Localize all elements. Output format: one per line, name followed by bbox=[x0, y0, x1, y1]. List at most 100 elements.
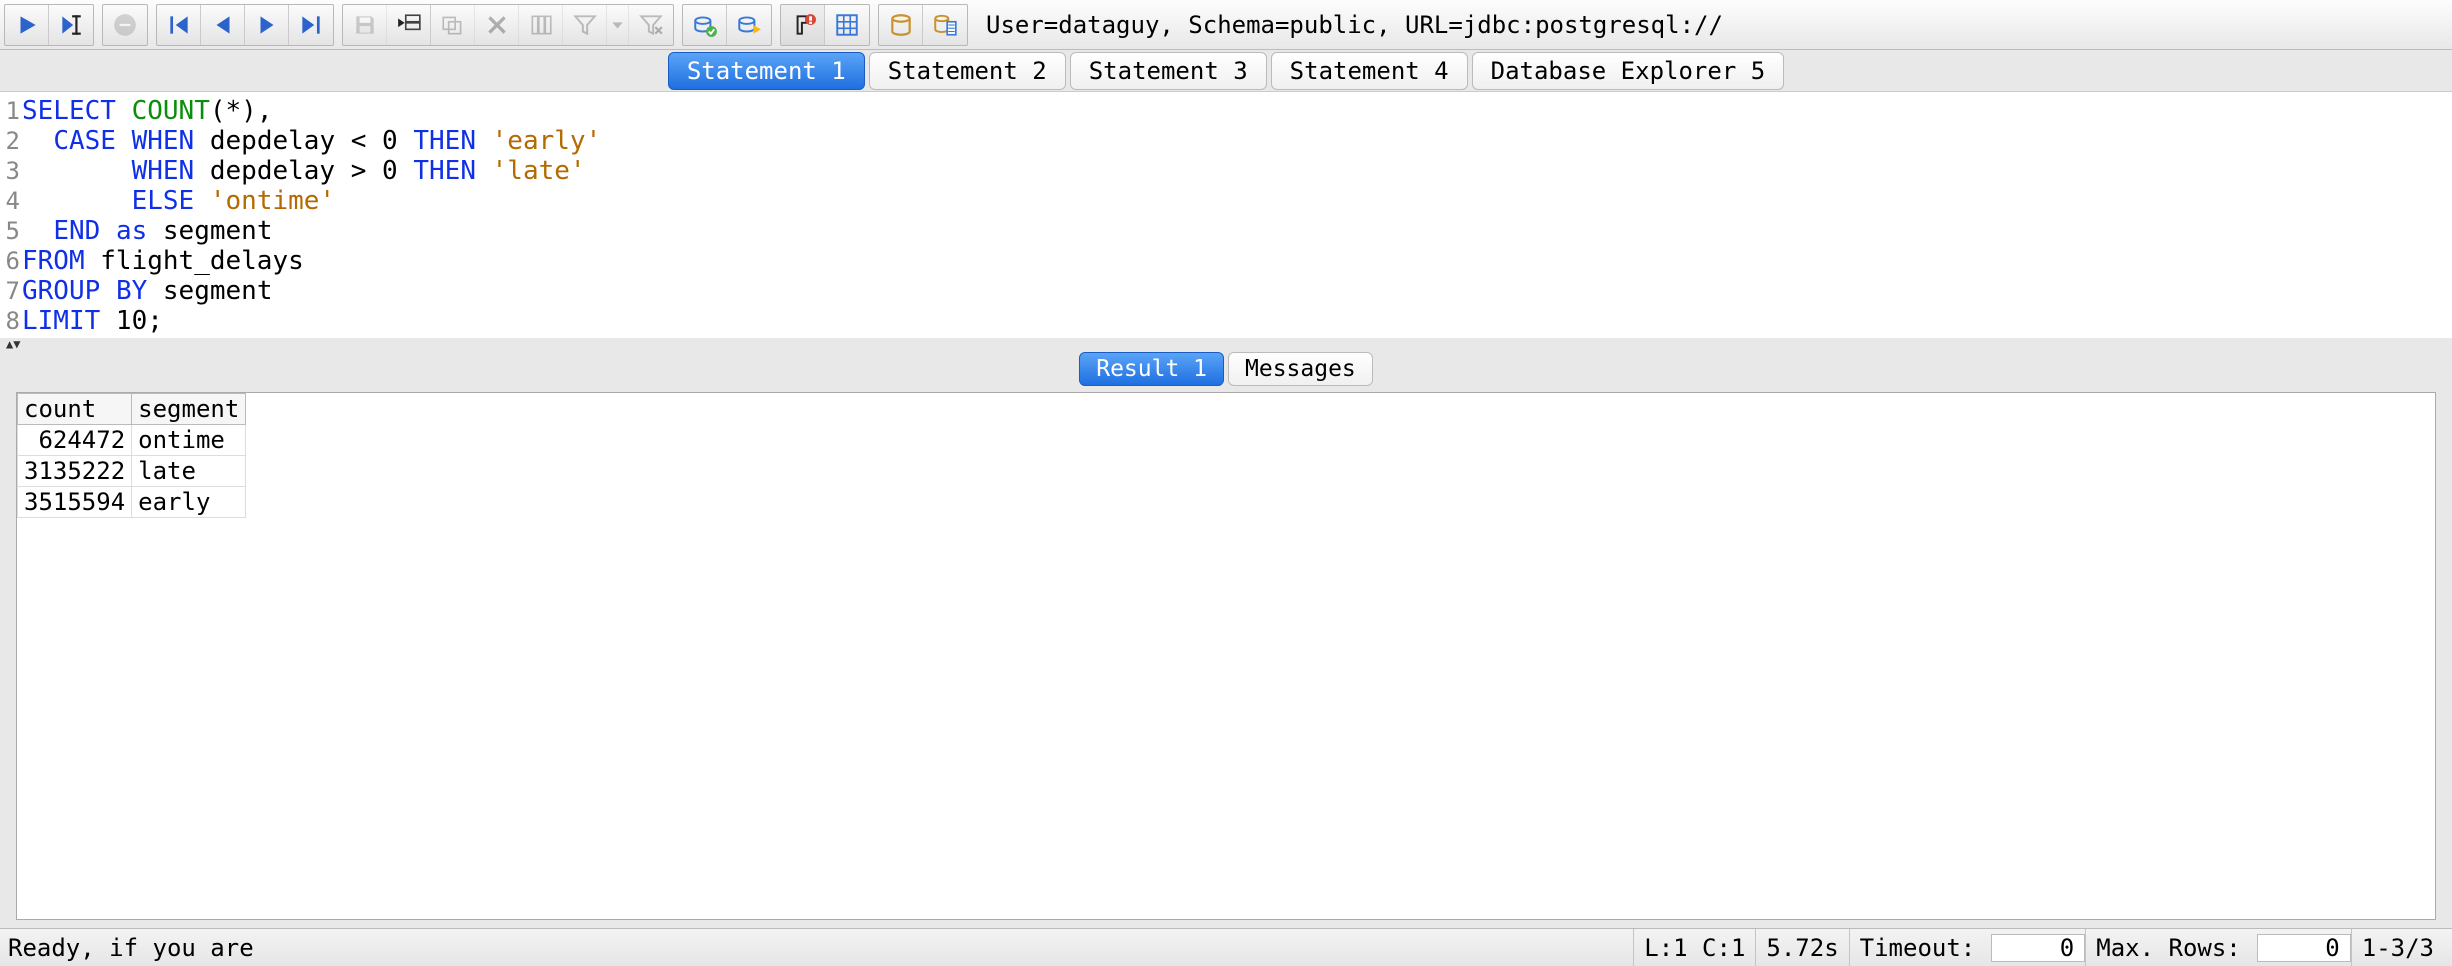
toolbar: User=dataguy, Schema=public, URL=jdbc:po… bbox=[0, 0, 2452, 50]
next-icon bbox=[254, 12, 280, 38]
editor-line[interactable]: 6FROM flight_delays bbox=[0, 246, 2452, 276]
statement-tab-1[interactable]: Statement 1 bbox=[668, 52, 865, 90]
line-number: 8 bbox=[0, 306, 22, 336]
result-grid[interactable]: countsegment 624472ontime3135222late3515… bbox=[17, 393, 246, 518]
cell-count[interactable]: 3135222 bbox=[18, 456, 132, 487]
editor-line[interactable]: 4 ELSE 'ontime' bbox=[0, 186, 2452, 216]
editor-line[interactable]: 8LIMIT 10; bbox=[0, 306, 2452, 336]
result-area: Result 1Messages countsegment 624472onti… bbox=[0, 350, 2452, 928]
maxrows-value[interactable]: 0 bbox=[2257, 934, 2351, 962]
execute-button[interactable] bbox=[5, 5, 49, 45]
nav-group bbox=[156, 4, 334, 46]
execute-to-cursor-button[interactable] bbox=[49, 5, 93, 45]
prev-button[interactable] bbox=[201, 5, 245, 45]
table-row[interactable]: 3135222late bbox=[18, 456, 246, 487]
append-group bbox=[780, 4, 870, 46]
grid-icon bbox=[834, 12, 860, 38]
cell-count[interactable]: 3515594 bbox=[18, 487, 132, 518]
column-header[interactable]: segment bbox=[132, 394, 246, 425]
statement-tab-2[interactable]: Statement 2 bbox=[869, 52, 1066, 90]
code[interactable]: WHEN depdelay > 0 THEN 'late' bbox=[22, 156, 586, 186]
statement-tab-5[interactable]: Database Explorer 5 bbox=[1472, 52, 1785, 90]
db-explorer-button[interactable] bbox=[879, 5, 923, 45]
line-number: 2 bbox=[0, 126, 22, 156]
cell-segment[interactable]: ontime bbox=[132, 425, 246, 456]
last-icon bbox=[298, 12, 324, 38]
rollback-icon bbox=[736, 12, 762, 38]
row-range: 1-3/3 bbox=[2351, 929, 2444, 966]
rollback-button[interactable] bbox=[727, 5, 771, 45]
code[interactable]: FROM flight_delays bbox=[22, 246, 304, 276]
code[interactable]: CASE WHEN depdelay < 0 THEN 'early' bbox=[22, 126, 601, 156]
last-button[interactable] bbox=[289, 5, 333, 45]
show-grid-button[interactable] bbox=[825, 5, 869, 45]
explorer-group bbox=[878, 4, 968, 46]
timeout-value[interactable]: 0 bbox=[1991, 934, 2085, 962]
next-button[interactable] bbox=[245, 5, 289, 45]
save-button[interactable] bbox=[343, 5, 387, 45]
cell-segment[interactable]: late bbox=[132, 456, 246, 487]
first-button[interactable] bbox=[157, 5, 201, 45]
sql-editor[interactable]: 1SELECT COUNT(*),2 CASE WHEN depdelay < … bbox=[0, 92, 2452, 338]
editor-line[interactable]: 2 CASE WHEN depdelay < 0 THEN 'early' bbox=[0, 126, 2452, 156]
maxrows-label: Max. Rows: bbox=[2085, 929, 2251, 966]
filter-button[interactable] bbox=[563, 5, 607, 45]
play-cursor-icon bbox=[58, 12, 84, 38]
clear-filter-icon bbox=[638, 12, 664, 38]
line-number: 5 bbox=[0, 216, 22, 246]
code[interactable]: END as segment bbox=[22, 216, 272, 246]
delete-icon bbox=[484, 12, 510, 38]
result-tab-2[interactable]: Messages bbox=[1228, 352, 1373, 386]
run-group bbox=[4, 4, 94, 46]
line-number: 6 bbox=[0, 246, 22, 276]
statement-tabbar: Statement 1Statement 2Statement 3Stateme… bbox=[0, 50, 2452, 92]
copy-row-icon bbox=[440, 12, 466, 38]
code[interactable]: SELECT COUNT(*), bbox=[22, 96, 272, 126]
statement-tab-4[interactable]: Statement 4 bbox=[1271, 52, 1468, 90]
code[interactable]: ELSE 'ontime' bbox=[22, 186, 335, 216]
editor-line[interactable]: 1SELECT COUNT(*), bbox=[0, 96, 2452, 126]
commit-button[interactable] bbox=[683, 5, 727, 45]
code[interactable]: LIMIT 10; bbox=[22, 306, 163, 336]
filter-icon bbox=[572, 12, 598, 38]
commit-icon bbox=[692, 12, 718, 38]
stop-icon bbox=[112, 12, 138, 38]
result-tabbar: Result 1Messages bbox=[0, 350, 2452, 388]
insert-row-button[interactable] bbox=[387, 5, 431, 45]
first-icon bbox=[166, 12, 192, 38]
chevron-down-icon bbox=[607, 12, 628, 38]
database-icon bbox=[888, 12, 914, 38]
column-header[interactable]: count bbox=[18, 394, 132, 425]
result-tab-1[interactable]: Result 1 bbox=[1079, 352, 1224, 386]
editor-line[interactable]: 7GROUP BY segment bbox=[0, 276, 2452, 306]
append-results-button[interactable] bbox=[781, 5, 825, 45]
table-row[interactable]: 3515594early bbox=[18, 487, 246, 518]
copy-row-button[interactable] bbox=[431, 5, 475, 45]
result-grid-wrap[interactable]: countsegment 624472ontime3135222late3515… bbox=[16, 392, 2436, 920]
insert-row-icon bbox=[396, 12, 422, 38]
cell-segment[interactable]: early bbox=[132, 487, 246, 518]
table-row[interactable]: 624472ontime bbox=[18, 425, 246, 456]
select-columns-button[interactable] bbox=[519, 5, 563, 45]
splitter[interactable]: ▲▼ bbox=[0, 338, 2452, 350]
stop-group bbox=[102, 4, 148, 46]
db-list-button[interactable] bbox=[923, 5, 967, 45]
play-icon bbox=[14, 12, 40, 38]
clear-filter-button[interactable] bbox=[629, 5, 673, 45]
line-number: 4 bbox=[0, 186, 22, 216]
filter-dropdown-button[interactable] bbox=[607, 5, 629, 45]
cursor-position: L:1 C:1 bbox=[1633, 929, 1755, 966]
database-list-icon bbox=[932, 12, 958, 38]
editor-line[interactable]: 3 WHEN depdelay > 0 THEN 'late' bbox=[0, 156, 2452, 186]
append-icon bbox=[790, 12, 816, 38]
stop-button[interactable] bbox=[103, 5, 147, 45]
line-number: 7 bbox=[0, 276, 22, 306]
statement-tab-3[interactable]: Statement 3 bbox=[1070, 52, 1267, 90]
elapsed-time: 5.72s bbox=[1755, 929, 1848, 966]
statusbar: Ready, if you are L:1 C:1 5.72s Timeout:… bbox=[0, 928, 2452, 966]
delete-row-button[interactable] bbox=[475, 5, 519, 45]
code[interactable]: GROUP BY segment bbox=[22, 276, 272, 306]
cell-count[interactable]: 624472 bbox=[18, 425, 132, 456]
line-number: 3 bbox=[0, 156, 22, 186]
editor-line[interactable]: 5 END as segment bbox=[0, 216, 2452, 246]
